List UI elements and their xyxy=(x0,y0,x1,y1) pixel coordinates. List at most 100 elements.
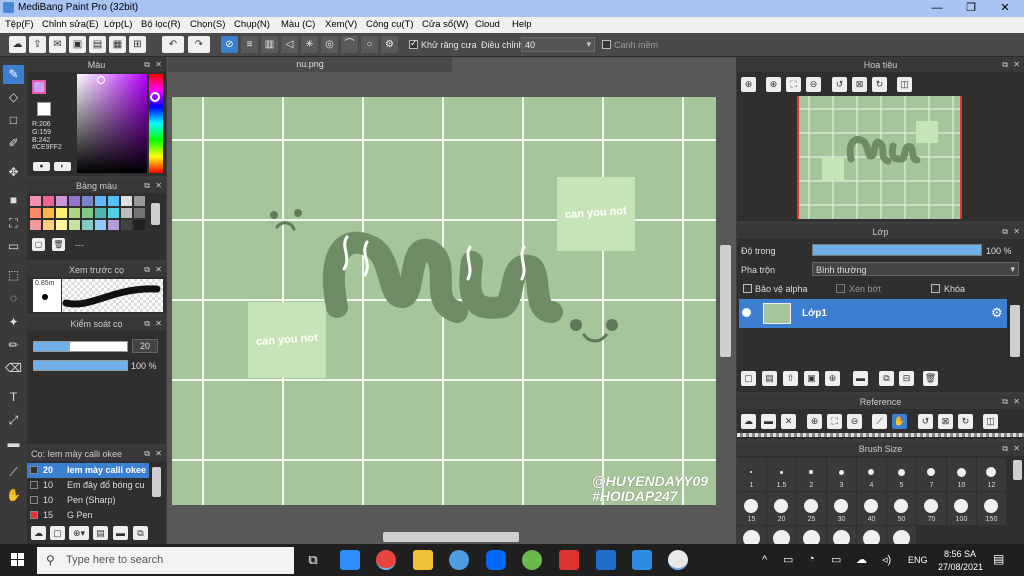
brush-size-cell[interactable]: 70 xyxy=(917,492,946,525)
new-palette-icon[interactable]: ▢ xyxy=(32,238,45,251)
cloud-icon[interactable]: ☁ xyxy=(9,36,26,53)
brush-size-cell[interactable]: 3 xyxy=(827,458,856,491)
close-icon[interactable]: ✕ xyxy=(781,414,796,429)
zoom-in-icon[interactable]: ⊕ xyxy=(807,414,822,429)
radial-snap-icon[interactable]: ✳ xyxy=(301,36,318,53)
rotate-left-icon[interactable]: ↺ xyxy=(918,414,933,429)
palette-swatch[interactable] xyxy=(69,220,80,230)
menu-color[interactable]: Màu (C) xyxy=(281,19,315,30)
palette-swatch[interactable] xyxy=(134,208,145,218)
duplicate-icon[interactable]: ⧉ xyxy=(879,371,894,386)
onedrive-icon[interactable]: ☁ xyxy=(856,553,867,566)
curve-snap-icon[interactable]: ⌒ xyxy=(341,36,358,53)
layer-menu-icon[interactable]: ⊕ xyxy=(825,371,840,386)
brush-size-cell[interactable]: 30 xyxy=(827,492,856,525)
eyedropper-icon[interactable]: ⟋ xyxy=(872,414,887,429)
photos-app-icon[interactable] xyxy=(632,550,652,570)
trash-icon[interactable]: 🗑 xyxy=(52,238,65,251)
layout-icon[interactable]: ⊞ xyxy=(129,36,146,53)
circle-snap-icon[interactable]: ◎ xyxy=(321,36,338,53)
palette-swatch[interactable] xyxy=(43,208,54,218)
volume-icon[interactable]: ◃) xyxy=(882,553,891,566)
gradient-tool-icon[interactable]: ▭ xyxy=(3,237,24,256)
brush-size-cell[interactable]: 40 xyxy=(857,492,886,525)
brush-size-cell[interactable] xyxy=(767,526,796,547)
divide-tool-icon[interactable]: ▬ xyxy=(3,434,24,453)
brush-size-cell[interactable] xyxy=(827,526,856,547)
medibang-app-icon[interactable] xyxy=(668,550,688,570)
close-icon[interactable]: ✕ xyxy=(1013,442,1020,456)
close-icon[interactable]: ✕ xyxy=(155,317,162,331)
ellipse-snap-icon[interactable]: ○ xyxy=(361,36,378,53)
task-view-icon[interactable]: ⧉ xyxy=(303,550,323,570)
minimize-button[interactable]: — xyxy=(920,0,954,17)
chevron-up-icon[interactable]: ^ xyxy=(762,554,767,566)
close-icon[interactable]: ✕ xyxy=(155,447,162,461)
share-icon[interactable]: ⇪ xyxy=(29,36,46,53)
float-icon[interactable]: ⧉ xyxy=(1002,442,1008,456)
close-icon[interactable]: ✕ xyxy=(155,263,162,277)
brush-size-cell[interactable]: 25 xyxy=(797,492,826,525)
navigator-thumbnail[interactable] xyxy=(797,96,962,219)
palette-swatch[interactable] xyxy=(121,196,132,206)
float-icon[interactable]: ⧉ xyxy=(1002,225,1008,239)
palette-swatch[interactable] xyxy=(121,220,132,230)
parallel-snap-icon[interactable]: ≡ xyxy=(241,36,258,53)
zoom-out-icon[interactable]: ⊖ xyxy=(847,414,862,429)
layer-row[interactable]: Lớp1 ⚙ xyxy=(739,299,1007,328)
brush-size-cell[interactable]: 100 xyxy=(947,492,976,525)
color-mode-button[interactable]: ◐ xyxy=(54,162,71,171)
close-icon[interactable]: ✕ xyxy=(1013,395,1020,409)
rotate-reset-icon[interactable]: ⊠ xyxy=(852,77,867,92)
background-color-swatch[interactable] xyxy=(37,102,51,116)
brush-list-item[interactable]: 10 Pen (Sharp) xyxy=(27,493,149,508)
float-icon[interactable]: ⧉ xyxy=(144,179,150,193)
close-icon[interactable]: ✕ xyxy=(155,179,162,193)
brush-size-cell[interactable]: 1.5 xyxy=(767,458,796,491)
eyedropper-tool-icon[interactable]: ⟋ xyxy=(3,463,24,482)
import-layer-icon[interactable]: ⇧ xyxy=(783,371,798,386)
float-icon[interactable]: ⧉ xyxy=(144,317,150,331)
network-icon[interactable]: ▭ xyxy=(783,553,793,566)
drawing-canvas[interactable]: can you not can you not @HUYENDAYY09 #HO… xyxy=(172,97,716,505)
menu-file[interactable]: Tệp(F) xyxy=(5,19,34,30)
palette-swatch[interactable] xyxy=(82,196,93,206)
folder-icon[interactable]: ▬ xyxy=(853,371,868,386)
text-tool-icon[interactable]: T xyxy=(3,388,24,407)
menu-edit[interactable]: Chỉnh sửa(E) xyxy=(42,19,99,30)
zoom-out-icon[interactable]: ⊖ xyxy=(806,77,821,92)
open-icon[interactable]: ▬ xyxy=(761,414,776,429)
brush-size-cell[interactable]: 12 xyxy=(977,458,1006,491)
add-color-button[interactable]: ● xyxy=(33,162,50,171)
lock-checkbox[interactable] xyxy=(931,284,940,293)
coccoc-app-icon[interactable] xyxy=(522,550,542,570)
brush-list-scrollbar[interactable] xyxy=(152,467,161,497)
palette-swatch[interactable] xyxy=(56,196,67,206)
notification-icon[interactable]: ▤ xyxy=(993,552,1004,566)
rotate-reset-icon[interactable]: ⊠ xyxy=(938,414,953,429)
layer-opacity-slider[interactable] xyxy=(812,244,982,256)
foreground-color-swatch[interactable] xyxy=(32,80,46,94)
maximize-button[interactable]: ❐ xyxy=(954,0,988,17)
folder-icon[interactable]: ▬ xyxy=(113,526,128,540)
zoom-app-icon[interactable] xyxy=(340,550,360,570)
brush-size-field[interactable]: 20 xyxy=(132,339,158,353)
menu-layer[interactable]: Lớp(L) xyxy=(104,19,132,30)
bucket-tool-icon[interactable]: ⛶ xyxy=(3,214,24,233)
taskbar-search-box[interactable]: ⚲ Type here to search xyxy=(37,547,294,574)
brush-size-cell[interactable]: 15 xyxy=(737,492,766,525)
wifi-icon[interactable]: ◔ xyxy=(808,553,815,565)
canvas-vertical-scrollbar[interactable] xyxy=(720,245,731,357)
magic-wand-tool-icon[interactable]: ✦ xyxy=(3,313,24,332)
close-button[interactable]: ✕ xyxy=(988,0,1022,17)
palette-swatch[interactable] xyxy=(134,196,145,206)
brush-size-cell[interactable] xyxy=(887,526,916,547)
brush-size-cell[interactable]: 7 xyxy=(917,458,946,491)
eraser-tool-icon[interactable]: ◇ xyxy=(3,88,24,107)
palette-scrollbar[interactable] xyxy=(151,203,160,225)
trash-icon[interactable]: 🗑 xyxy=(923,371,938,386)
brush-size-cell[interactable]: 150 xyxy=(977,492,1006,525)
canvas-horizontal-scrollbar[interactable] xyxy=(383,532,519,542)
fit-icon[interactable]: ⛶ xyxy=(786,77,801,92)
brush-tool-icon[interactable]: ✎ xyxy=(3,65,24,84)
